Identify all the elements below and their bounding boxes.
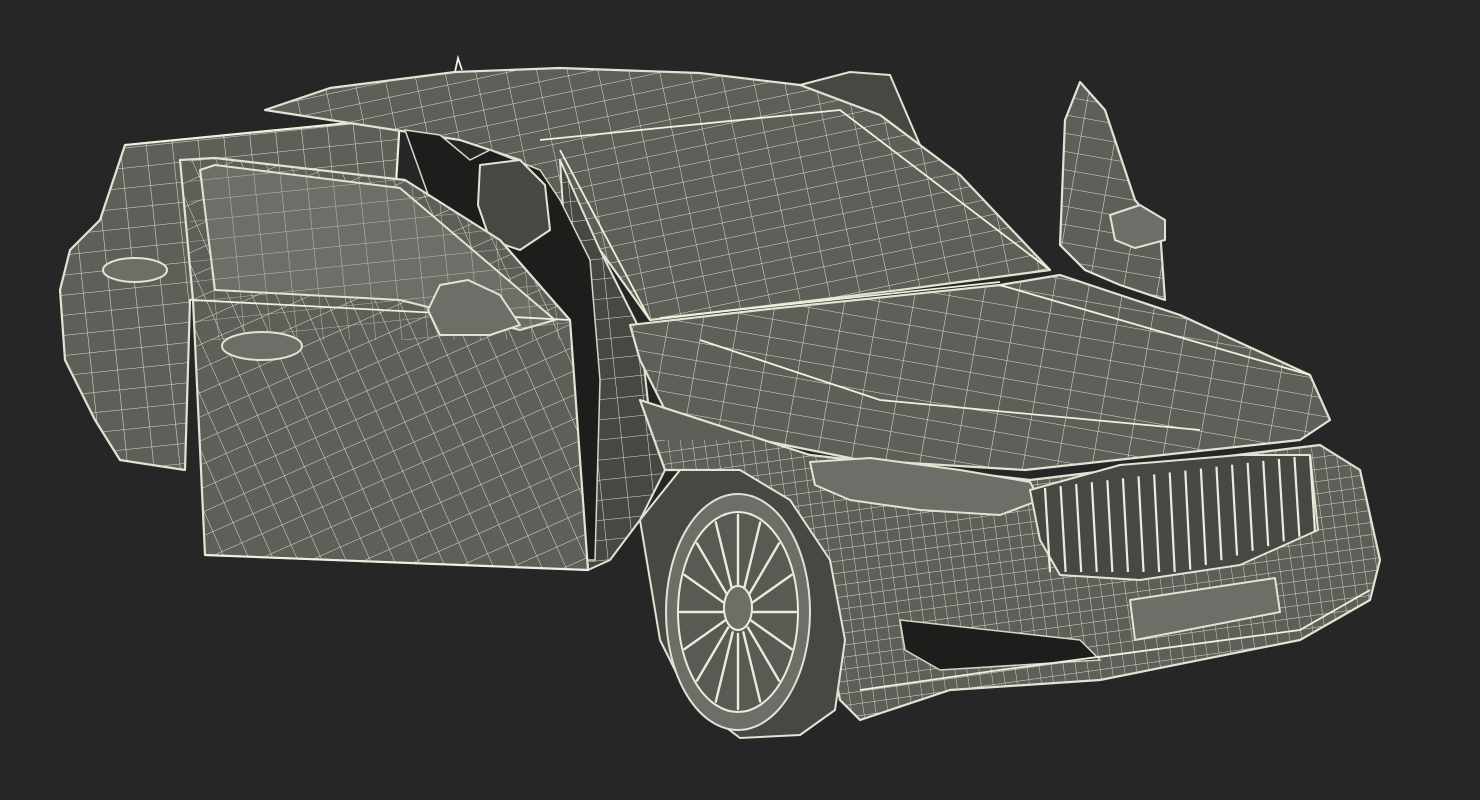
roof-antenna xyxy=(454,54,463,73)
right-mirror xyxy=(1109,204,1166,249)
rear-door-handle xyxy=(102,257,168,283)
front-door-handle xyxy=(221,331,303,361)
front-right-door xyxy=(1058,80,1167,302)
wheel-hub xyxy=(723,585,753,631)
car-render xyxy=(58,54,1382,739)
render-viewport xyxy=(0,0,1480,800)
